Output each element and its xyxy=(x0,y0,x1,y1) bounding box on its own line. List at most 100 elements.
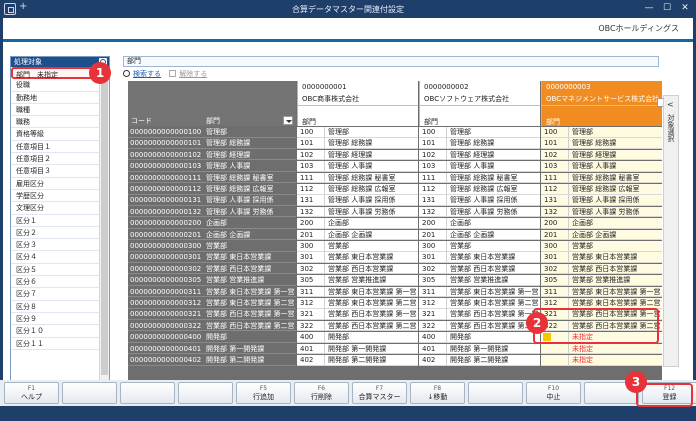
maximize-button[interactable]: ☐ xyxy=(660,2,674,15)
target-item[interactable]: 区分１１ xyxy=(11,338,100,350)
mapping-cell[interactable]: 311 営業部 東日本営業課 第一営 xyxy=(419,286,540,298)
target-item[interactable]: 区分１０ xyxy=(11,325,100,338)
mapping-cell[interactable]: 302 営業部 西日本営業課 xyxy=(541,263,662,275)
target-item[interactable]: 資格等級 xyxy=(11,128,100,141)
mapping-cell[interactable]: 132 管理部 人事課 労務係 xyxy=(419,206,540,218)
company-column-header[interactable]: 0000000001 OBC商事株式会社 部門 xyxy=(297,81,418,126)
mapping-cell[interactable]: 100 管理部 xyxy=(297,127,418,138)
function-key-button[interactable]: F10 中止 xyxy=(526,382,581,404)
mapping-cell[interactable]: 101 管理部 総務課 xyxy=(297,138,418,149)
target-item[interactable]: 区分３ xyxy=(11,239,100,252)
mapping-cell[interactable]: 112 管理部 総務課 広報室 xyxy=(297,184,418,195)
target-item[interactable]: 区分７ xyxy=(11,288,100,301)
table-row[interactable]: 0000000000000401 開発部 第一開発課 xyxy=(128,344,296,355)
target-item[interactable]: 文理区分 xyxy=(11,202,100,215)
mapping-cell[interactable]: 131 管理部 人事課 採用係 xyxy=(541,195,662,206)
mapping-cell[interactable]: 未指定 xyxy=(541,355,662,366)
mapping-cell[interactable]: 300 営業部 xyxy=(541,241,662,252)
release-link[interactable]: 解除する xyxy=(179,70,207,78)
mapping-cell[interactable]: 400 開発部 xyxy=(419,332,540,343)
target-item[interactable]: 区分８ xyxy=(11,301,100,313)
search-link[interactable]: 検索する xyxy=(133,70,161,78)
target-item[interactable]: 区分６ xyxy=(11,276,100,289)
target-item[interactable]: 職務 xyxy=(11,116,100,129)
mapping-cell[interactable]: 101 管理部 総務課 xyxy=(419,138,540,149)
target-item[interactable]: 区分５ xyxy=(11,264,100,277)
table-row[interactable]: 0000000000000200 企画部 xyxy=(128,218,296,229)
mapping-cell[interactable]: 301 営業部 東日本営業課 xyxy=(419,252,540,263)
mapping-cell[interactable]: 312 営業部 東日本営業課 第二営 xyxy=(541,298,662,309)
target-item[interactable]: 学歴区分 xyxy=(11,190,100,203)
table-row[interactable]: 0000000000000322 営業部 西日本営業課 第二営 xyxy=(128,321,296,332)
mapping-cell[interactable]: 312 営業部 東日本営業課 第二営 xyxy=(419,298,540,309)
mapping-cell[interactable]: 300 営業部 xyxy=(297,241,418,252)
mapping-cell[interactable]: 322 営業部 西日本営業課 第二営 xyxy=(419,320,540,332)
mapping-cell[interactable]: 101 管理部 総務課 xyxy=(541,138,662,149)
mapping-cell[interactable]: 102 管理部 経理課 xyxy=(541,149,662,161)
function-key-button[interactable] xyxy=(62,382,117,404)
target-item[interactable]: 区分２ xyxy=(11,227,100,240)
mapping-cell[interactable]: 未指定 xyxy=(541,343,662,355)
mapping-cell[interactable]: 401 開発部 第一開発課 xyxy=(419,343,540,355)
mapping-cell[interactable]: 200 企画部 xyxy=(419,218,540,229)
chevron-left-icon[interactable]: < xyxy=(667,100,674,109)
mapping-cell[interactable]: 200 企画部 xyxy=(297,218,418,229)
mapping-cell[interactable]: 201 企画部 企画課 xyxy=(419,229,540,241)
function-key-button[interactable]: F5 行追加 xyxy=(236,382,291,404)
mapping-cell[interactable]: 131 管理部 人事課 採用係 xyxy=(419,195,540,206)
target-item[interactable]: 職種 xyxy=(11,104,100,117)
table-row[interactable]: 0000000000000321 営業部 西日本営業課 第一営 xyxy=(128,309,296,320)
mapping-cell[interactable]: 112 管理部 総務課 広報室 xyxy=(541,184,662,195)
mapping-cell[interactable]: 201 企画部 企画課 xyxy=(297,229,418,241)
table-row[interactable]: 0000000000000112 管理部 総務課 広報室 xyxy=(128,184,296,195)
target-item[interactable]: 任意項目３ xyxy=(11,165,100,178)
table-row[interactable]: 0000000000000402 開発部 第二開発課 xyxy=(128,355,296,366)
mapping-cell[interactable]: 132 管理部 人事課 労務係 xyxy=(541,206,662,218)
function-key-button[interactable] xyxy=(178,382,233,404)
target-item[interactable]: 役職 xyxy=(11,79,100,92)
target-item-selected[interactable]: 部門 未指定 xyxy=(11,67,100,80)
scrollbar-thumb[interactable] xyxy=(101,75,108,375)
function-key-button[interactable]: F1 ヘルプ xyxy=(4,382,59,404)
mapping-cell[interactable]: 131 管理部 人事課 採用係 xyxy=(297,195,418,206)
table-row[interactable]: 0000000000000103 管理部 人事課 xyxy=(128,161,296,172)
function-key-button[interactable]: F8 ↓移動 xyxy=(410,382,465,404)
table-row[interactable]: 0000000000000305 営業部 営業推進課 xyxy=(128,275,296,286)
target-item[interactable]: 区分９ xyxy=(11,313,100,326)
table-row[interactable]: 0000000000000111 管理部 総務課 秘書室 xyxy=(128,173,296,184)
function-key-button[interactable] xyxy=(120,382,175,404)
function-key-button[interactable]: F6 行削除 xyxy=(294,382,349,404)
mapping-cell[interactable]: 302 営業部 西日本営業課 xyxy=(419,263,540,275)
minimize-button[interactable]: — xyxy=(642,2,656,15)
table-row[interactable]: 0000000000000312 営業部 東日本営業課 第二営 xyxy=(128,298,296,309)
mapping-cell[interactable]: 102 管理部 経理課 xyxy=(419,149,540,161)
mapping-cell[interactable]: 402 開発部 第二開発課 xyxy=(419,355,540,366)
target-item[interactable]: 任意項目１ xyxy=(11,141,100,154)
mapping-cell[interactable]: 103 管理部 人事課 xyxy=(419,161,540,172)
mapping-cell[interactable]: 311 営業部 東日本営業課 第一営 xyxy=(297,286,418,298)
chevron-down-icon[interactable] xyxy=(283,116,293,125)
mapping-cell[interactable]: 111 管理部 総務課 秘書室 xyxy=(419,172,540,184)
target-item[interactable]: 区分４ xyxy=(11,251,100,264)
table-row[interactable]: 0000000000000300 営業部 xyxy=(128,241,296,252)
mapping-cell[interactable]: 400 開発部 xyxy=(297,332,418,343)
table-row[interactable]: 0000000000000201 企画部 企画課 xyxy=(128,230,296,241)
mapping-cell[interactable]: 103 管理部 人事課 xyxy=(541,161,662,172)
mapping-cell[interactable]: 301 営業部 東日本営業課 xyxy=(297,252,418,263)
mapping-cell[interactable]: 100 管理部 xyxy=(541,127,662,138)
target-item[interactable]: 雇用区分 xyxy=(11,178,100,190)
mapping-cell[interactable]: 112 管理部 総務課 広報室 xyxy=(419,184,540,195)
table-row[interactable]: 0000000000000400 開発部 xyxy=(128,332,296,343)
mapping-cell[interactable]: 201 企画部 企画課 xyxy=(541,229,662,241)
mapping-cell[interactable]: 300 営業部 xyxy=(419,241,540,252)
mapping-cell[interactable]: 311 営業部 東日本営業課 第一営 xyxy=(541,286,662,298)
mapping-cell[interactable]: 100 管理部 xyxy=(419,127,540,138)
close-button[interactable]: ✕ xyxy=(678,2,692,15)
target-item[interactable]: 勤務地 xyxy=(11,92,100,104)
table-row[interactable]: 0000000000000132 管理部 人事課 労務係 xyxy=(128,207,296,218)
mapping-cell[interactable]: 321 営業部 西日本営業課 第一営 xyxy=(419,309,540,320)
mapping-cell[interactable]: 301 営業部 東日本営業課 xyxy=(541,252,662,263)
mapping-cell[interactable]: 321 営業部 西日本営業課 第一営 xyxy=(297,309,418,320)
function-key-button[interactable] xyxy=(468,382,523,404)
table-row[interactable]: 0000000000000311 営業部 東日本営業課 第一営 xyxy=(128,287,296,298)
